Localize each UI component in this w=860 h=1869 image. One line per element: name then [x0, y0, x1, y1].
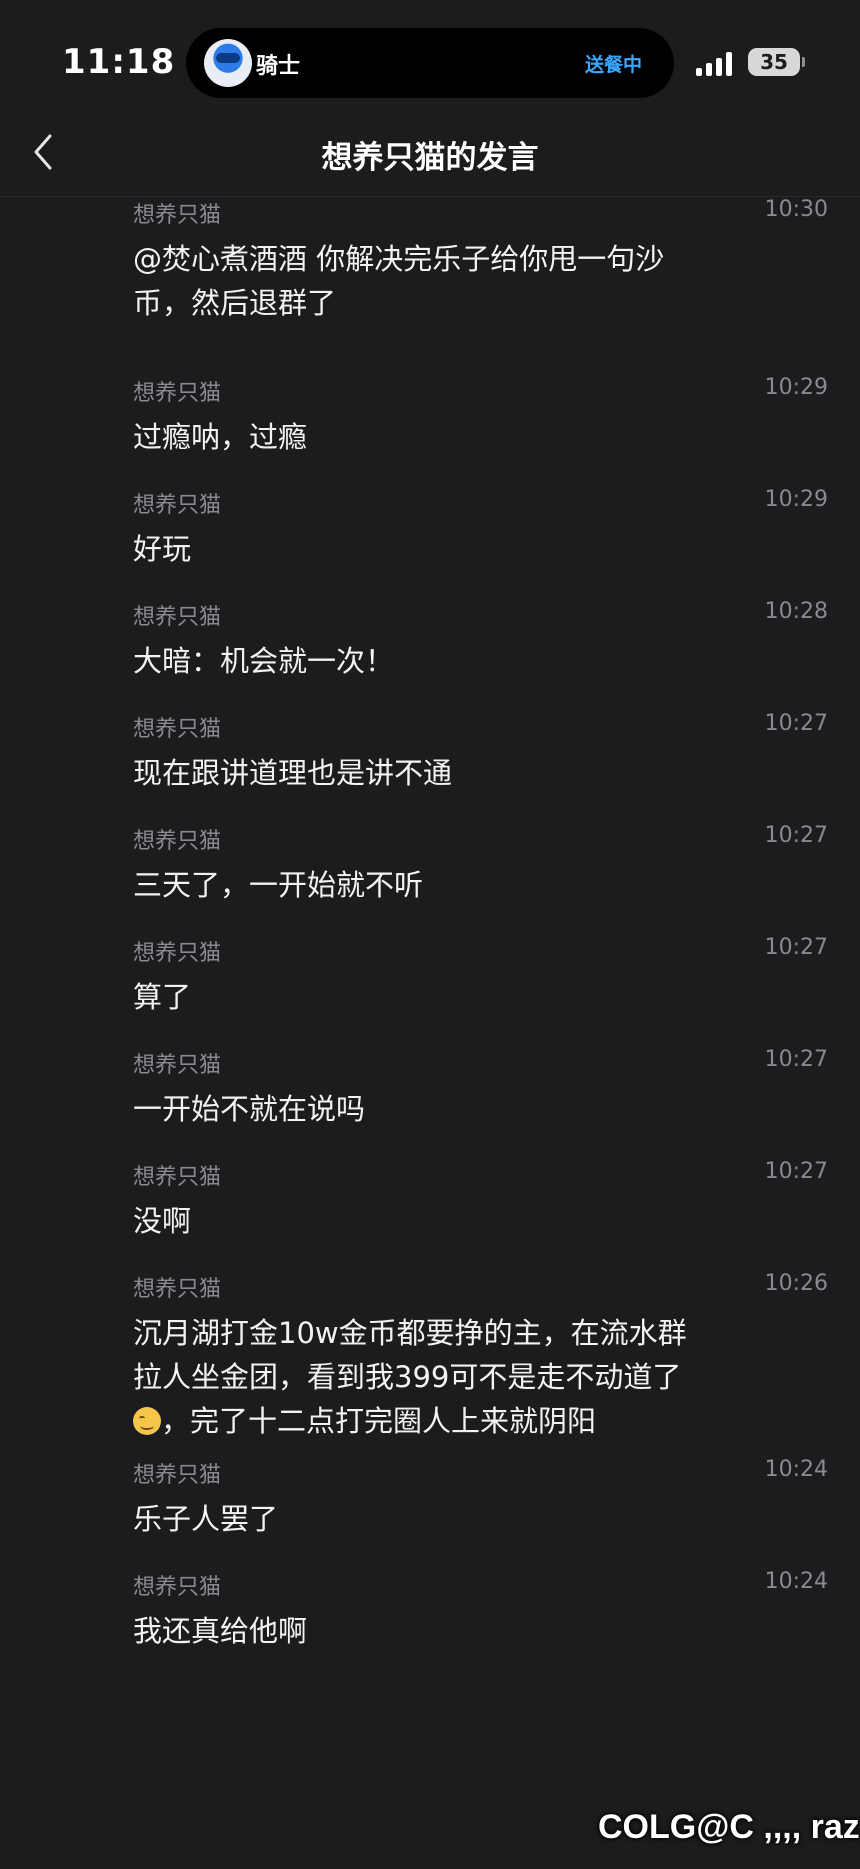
- message-text: 现在跟讲道理也是讲不通: [133, 751, 733, 795]
- message-line: 大暗：机会就一次！: [133, 639, 733, 683]
- message-line-text: 沉月湖打金10w金币都要挣的主，在流水群: [133, 1316, 687, 1350]
- message-line: 一开始不就在说吗: [133, 1087, 733, 1131]
- message-line-text: 我还真给他啊: [133, 1614, 308, 1648]
- message-text: 沉月湖打金10w金币都要挣的主，在流水群 拉人坐金团，看到我399可不是走不动道了…: [133, 1311, 733, 1443]
- battery-cap: [802, 57, 805, 67]
- message-line-text: 过瘾呐，过瘾: [133, 420, 308, 454]
- message-text: 大暗：机会就一次！: [133, 639, 733, 683]
- message-time: 10:27: [764, 1159, 828, 1184]
- message-line: 沉月湖打金10w金币都要挣的主，在流水群: [133, 1311, 733, 1355]
- island-title: 骑士: [256, 54, 301, 79]
- message-text: 过瘾呐，过瘾: [133, 415, 733, 459]
- rider-avatar-icon: [204, 39, 252, 87]
- message-line-text: 拉人坐金团，看到我399可不是走不动道了: [133, 1360, 682, 1394]
- message-time: 10:29: [764, 487, 828, 512]
- message-line-text: @焚心煮酒酒 你解决完乐子给你甩一句沙: [133, 242, 665, 276]
- message-line: 币，然后退群了: [133, 281, 733, 325]
- message-line: ，完了十二点打完圈人上来就阴阳: [133, 1399, 733, 1443]
- message-time: 10:24: [764, 1457, 828, 1482]
- message-text: 没啊: [133, 1199, 733, 1243]
- message-text: @焚心煮酒酒 你解决完乐子给你甩一句沙 币，然后退群了: [133, 237, 733, 325]
- message-time: 10:26: [764, 1271, 828, 1296]
- message-sender: 想养只猫: [133, 1165, 222, 1190]
- message-line-text: 好玩: [133, 532, 192, 566]
- message-time: 10:29: [764, 375, 828, 400]
- message-line-text: 三天了，一开始就不听: [133, 868, 424, 902]
- message-line-text: 一开始不就在说吗: [133, 1092, 366, 1126]
- message-line: 好玩: [133, 527, 733, 571]
- message-time: 10:27: [764, 935, 828, 960]
- message-sender: 想养只猫: [133, 493, 222, 518]
- watermark: COLG@C ,,,, razy: [598, 1808, 860, 1846]
- message-sender: 想养只猫: [133, 941, 222, 966]
- message-line: 拉人坐金团，看到我399可不是走不动道了: [133, 1355, 733, 1399]
- message-sender: 想养只猫: [133, 1053, 222, 1078]
- message-time: 10:27: [764, 1047, 828, 1072]
- status-bar: 11:18 骑士 送餐中 35: [0, 0, 860, 110]
- message-time: 10:28: [764, 599, 828, 624]
- message-sender: 想养只猫: [133, 829, 222, 854]
- message-sender: 想养只猫: [133, 1575, 222, 1600]
- message-sender: 想养只猫: [133, 1463, 222, 1488]
- message-sender: 想养只猫: [133, 381, 222, 406]
- message-time: 10:30: [764, 197, 828, 222]
- message-line-text: 算了: [133, 980, 192, 1014]
- message-line-text: ，完了十二点打完圈人上来就阴阳: [161, 1404, 597, 1438]
- nav-bar: 想养只猫的发言: [0, 110, 860, 197]
- message-line-text: 大暗：机会就一次！: [133, 644, 395, 678]
- message-line: 乐子人罢了: [133, 1497, 733, 1541]
- island-status: 送餐中: [584, 54, 642, 76]
- message-sender: 想养只猫: [133, 203, 222, 228]
- message-line-text: 现在跟讲道理也是讲不通: [133, 756, 453, 790]
- message-line-text: 乐子人罢了: [133, 1502, 279, 1536]
- message-line: @焚心煮酒酒 你解决完乐子给你甩一句沙: [133, 237, 733, 281]
- message-line: 没啊: [133, 1199, 733, 1243]
- message-line-text: 没啊: [133, 1204, 192, 1238]
- smile-emoji-icon: [133, 1407, 161, 1435]
- cellular-signal-icon: [696, 50, 736, 76]
- message-line: 现在跟讲道理也是讲不通: [133, 751, 733, 795]
- message-sender: 想养只猫: [133, 1277, 222, 1302]
- page-title: 想养只猫的发言: [321, 140, 539, 176]
- message-sender: 想养只猫: [133, 605, 222, 630]
- status-time: 11:18: [62, 42, 176, 82]
- message-line: 过瘾呐，过瘾: [133, 415, 733, 459]
- message-line: 我还真给他啊: [133, 1609, 733, 1653]
- message-text: 乐子人罢了: [133, 1497, 733, 1541]
- message-line: 三天了，一开始就不听: [133, 863, 733, 907]
- message-text: 三天了，一开始就不听: [133, 863, 733, 907]
- message-line-text: 币，然后退群了: [133, 286, 337, 320]
- message-text: 一开始不就在说吗: [133, 1087, 733, 1131]
- message-time: 10:27: [764, 711, 828, 736]
- dynamic-island[interactable]: 骑士 送餐中: [186, 28, 674, 98]
- message-text: 好玩: [133, 527, 733, 571]
- message-sender: 想养只猫: [133, 717, 222, 742]
- message-text: 算了: [133, 975, 733, 1019]
- message-time: 10:27: [764, 823, 828, 848]
- message-text: 我还真给他啊: [133, 1609, 733, 1653]
- message-time: 10:24: [764, 1569, 828, 1594]
- message-line: 算了: [133, 975, 733, 1019]
- battery-icon: 35: [748, 48, 800, 76]
